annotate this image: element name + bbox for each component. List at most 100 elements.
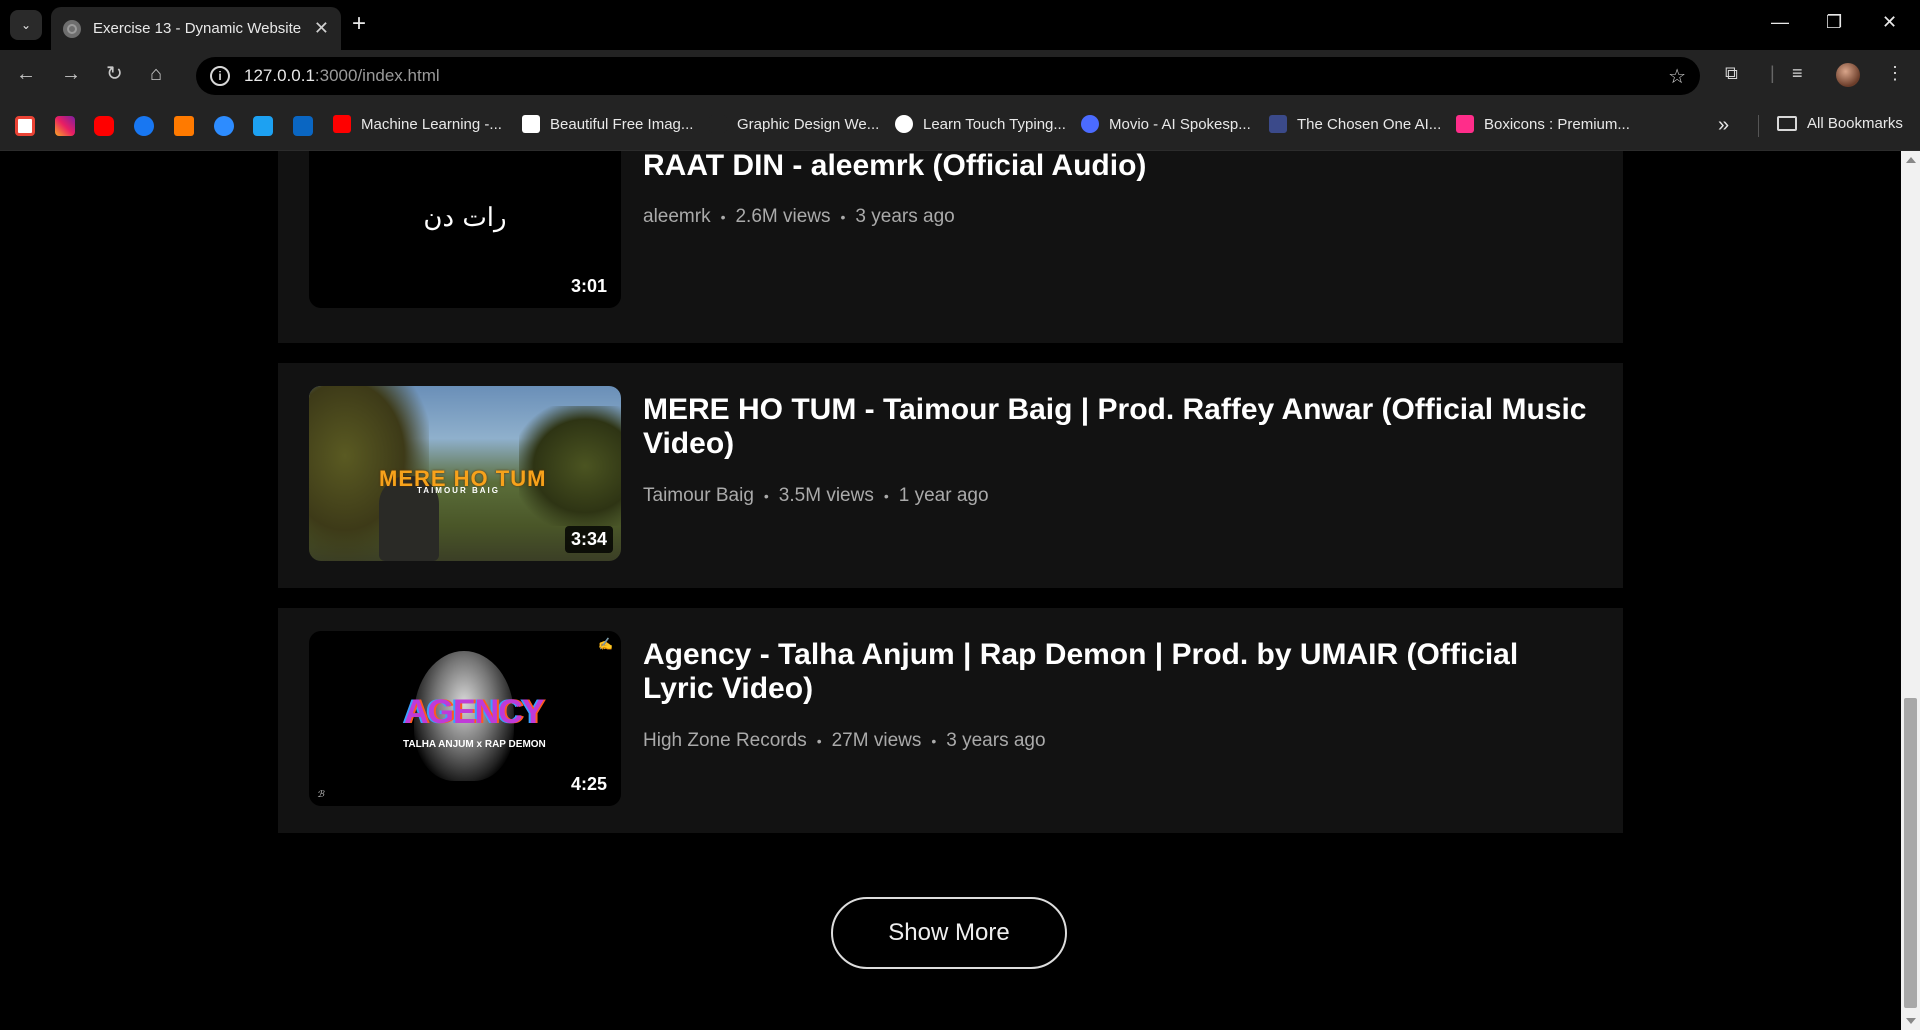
- bookmarks-bar: Machine Learning -... Beautiful Free Ima…: [0, 100, 1920, 151]
- forward-icon[interactable]: →: [61, 63, 81, 85]
- tab-search-button[interactable]: ⌄: [10, 10, 42, 40]
- scrollbar-thumb[interactable]: [1904, 698, 1917, 1008]
- meta-separator: •: [763, 488, 769, 504]
- thumbnail-subtext: TALHA ANJUM x RAP DEMON: [403, 739, 546, 750]
- meta-separator: •: [720, 209, 726, 225]
- bookmark-touch-typing[interactable]: Learn Touch Typing...: [895, 115, 1066, 133]
- url-text[interactable]: 127.0.0.1:3000/index.html: [244, 66, 440, 86]
- view-count: 2.6M views: [735, 206, 831, 227]
- upload-age: 1 year ago: [898, 485, 989, 506]
- onedrive-icon[interactable]: [214, 116, 234, 136]
- blank-icon: [709, 115, 727, 133]
- scroll-down-arrow-icon[interactable]: [1906, 1018, 1916, 1024]
- facebook-icon[interactable]: [134, 116, 154, 136]
- double-chevron-right-icon[interactable]: »: [1718, 114, 1729, 137]
- all-bookmarks-label: All Bookmarks: [1807, 115, 1903, 132]
- meta-separator: •: [883, 488, 889, 504]
- watermark-icon: ✍: [598, 637, 613, 651]
- thumbnail-text: AGENCY: [404, 693, 544, 731]
- bookmark-label: Learn Touch Typing...: [923, 115, 1066, 133]
- tool-icon[interactable]: [174, 116, 194, 136]
- restore-icon[interactable]: ❐: [1826, 12, 1842, 33]
- video-meta: aleemrk • 2.6M views • 3 years ago: [643, 206, 955, 228]
- channel-name[interactable]: aleemrk: [643, 206, 711, 228]
- tab-title: Exercise 13 - Dynamic Website: [93, 20, 302, 37]
- signature-mark: ℬ: [317, 789, 325, 799]
- bookmark-divider: [1758, 115, 1759, 137]
- browser-window: ⌄ Exercise 13 - Dynamic Website ✕ + — ❐ …: [0, 0, 1920, 1030]
- bookmark-label: The Chosen One AI...: [1297, 115, 1442, 133]
- view-count: 27M views: [831, 730, 922, 751]
- bookmark-machine-learning[interactable]: Machine Learning -...: [333, 115, 502, 133]
- bookmark-label: Machine Learning -...: [361, 115, 502, 133]
- bookmark-label: Graphic Design We...: [737, 115, 880, 133]
- thumbnail-subtext: TAIMOUR BAIG: [417, 486, 500, 495]
- image-icon: [1269, 115, 1287, 133]
- typing-icon: [895, 115, 913, 133]
- scroll-up-arrow-icon[interactable]: [1906, 157, 1916, 163]
- bookmark-label: Beautiful Free Imag...: [550, 115, 694, 133]
- browser-toolbar: ← → ↻ ⌂ i 127.0.0.1:3000/index.html ☆ ⧉ …: [0, 50, 1920, 100]
- page-scrollbar[interactable]: [1901, 151, 1920, 1030]
- minimize-icon[interactable]: —: [1771, 12, 1789, 33]
- gmail-icon[interactable]: [15, 116, 35, 136]
- meta-separator: •: [931, 733, 937, 749]
- upload-age: 3 years ago: [946, 730, 1046, 751]
- view-count: 3.5M views: [778, 485, 874, 506]
- media-control-icon[interactable]: ≡: [1792, 63, 1803, 84]
- video-meta: Taimour Baig • 3.5M views • 1 year ago: [643, 485, 989, 507]
- boxicons-icon: [1456, 115, 1474, 133]
- bookmark-label: Movio - AI Spokesp...: [1109, 115, 1251, 133]
- video-card[interactable]: MERE HO TUM TAIMOUR BAIG 3:34 MERE HO TU…: [278, 363, 1623, 588]
- duration-badge: 3:01: [564, 273, 613, 300]
- video-title[interactable]: Agency - Talha Anjum | Rap Demon | Prod.…: [643, 638, 1593, 706]
- extensions-icon[interactable]: ⧉: [1725, 63, 1738, 84]
- address-bar[interactable]: i 127.0.0.1:3000/index.html ☆: [196, 57, 1700, 95]
- duration-badge: 4:25: [564, 771, 613, 798]
- video-thumbnail[interactable]: رات دن 3:01: [309, 151, 621, 308]
- youtube-icon[interactable]: [94, 116, 114, 136]
- meta-separator: •: [816, 733, 822, 749]
- all-bookmarks-button[interactable]: All Bookmarks: [1777, 115, 1903, 132]
- bookmark-chosen-one[interactable]: The Chosen One AI...: [1269, 115, 1441, 133]
- video-title[interactable]: RAAT DIN - aleemrk (Official Audio): [643, 151, 1593, 183]
- active-tab[interactable]: Exercise 13 - Dynamic Website ✕: [51, 7, 341, 50]
- globe-icon: [63, 19, 81, 38]
- close-tab-icon[interactable]: ✕: [314, 18, 329, 39]
- channel-name[interactable]: High Zone Records: [643, 730, 807, 752]
- site-info-icon[interactable]: i: [210, 66, 230, 86]
- toolbar-divider: |: [1770, 63, 1775, 83]
- video-card[interactable]: AGENCY TALHA ANJUM x RAP DEMON ✍ ℬ 4:25 …: [278, 608, 1623, 833]
- upload-age: 3 years ago: [855, 206, 955, 227]
- instagram-icon[interactable]: [55, 116, 75, 136]
- bird-icon[interactable]: [253, 116, 273, 136]
- video-thumbnail[interactable]: MERE HO TUM TAIMOUR BAIG 3:34: [309, 386, 621, 561]
- url-path: :3000/index.html: [314, 66, 440, 85]
- new-tab-icon[interactable]: +: [352, 12, 366, 36]
- video-meta: High Zone Records • 27M views • 3 years …: [643, 730, 1046, 752]
- video-title[interactable]: MERE HO TUM - Taimour Baig | Prod. Raffe…: [643, 393, 1593, 461]
- bookmark-movio[interactable]: Movio - AI Spokesp...: [1081, 115, 1251, 133]
- thumbnail-text: رات دن: [423, 203, 507, 233]
- reload-icon[interactable]: ↻: [106, 63, 123, 85]
- back-icon[interactable]: ←: [16, 63, 36, 85]
- youtube-icon: [333, 115, 351, 133]
- home-icon[interactable]: ⌂: [150, 63, 162, 85]
- bookmark-beautiful-free-images[interactable]: Beautiful Free Imag...: [522, 115, 693, 133]
- menu-kebab-icon[interactable]: ⋮: [1886, 63, 1904, 84]
- chevron-down-icon: ⌄: [20, 18, 32, 32]
- linkedin-icon[interactable]: [293, 116, 313, 136]
- bookmark-graphic-design[interactable]: Graphic Design We...: [709, 115, 879, 133]
- close-window-icon[interactable]: ✕: [1882, 12, 1897, 33]
- video-card[interactable]: رات دن 3:01 RAAT DIN - aleemrk (Official…: [278, 151, 1623, 343]
- show-more-button[interactable]: Show More: [831, 897, 1067, 969]
- video-thumbnail[interactable]: AGENCY TALHA ANJUM x RAP DEMON ✍ ℬ 4:25: [309, 631, 621, 806]
- unsplash-icon: [522, 115, 540, 133]
- bookmark-boxicons[interactable]: Boxicons : Premium...: [1456, 115, 1630, 133]
- bookmark-star-icon[interactable]: ☆: [1668, 64, 1686, 89]
- movio-icon: [1081, 115, 1099, 133]
- bookmark-label: Boxicons : Premium...: [1484, 115, 1630, 133]
- channel-name[interactable]: Taimour Baig: [643, 485, 754, 507]
- profile-avatar[interactable]: [1836, 63, 1860, 87]
- url-host: 127.0.0.1: [244, 66, 315, 85]
